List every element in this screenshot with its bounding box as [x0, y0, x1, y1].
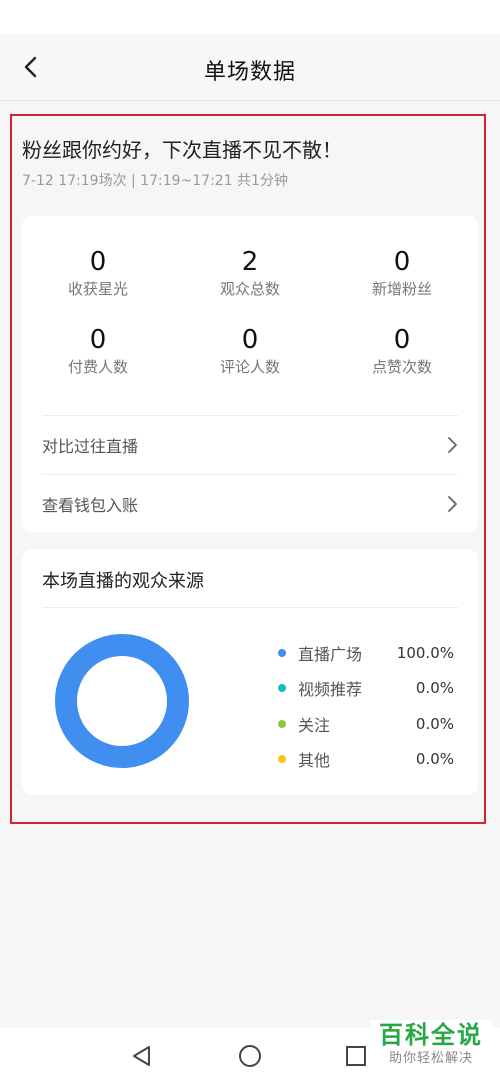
legend-item: 视频推荐 0.0%	[278, 671, 454, 707]
compare-label: 对比过往直播	[42, 437, 139, 456]
chevron-right-icon	[448, 437, 457, 453]
stat-viewers: 2 观众总数	[174, 246, 326, 300]
square-recents-icon	[346, 1046, 366, 1066]
watermark-sub: 助你轻松解决	[388, 1051, 473, 1066]
stat-value: 0	[393, 325, 411, 355]
legend-label: 关注	[298, 715, 331, 735]
stat-likes: 0 点赞次数	[326, 324, 478, 378]
legend-dot-icon	[278, 755, 286, 764]
donut-segment	[55, 634, 189, 768]
stat-label: 收获星光	[67, 280, 128, 298]
stat-label: 评论人数	[219, 358, 280, 376]
legend-item: 其他 0.0%	[278, 742, 454, 778]
stat-label: 点赞次数	[371, 358, 432, 376]
circle-home-icon	[239, 1045, 261, 1067]
stat-label: 观众总数	[219, 280, 280, 298]
stat-commenters: 0 评论人数	[174, 324, 326, 378]
watermark-main: 百科全说	[379, 1021, 483, 1049]
wallet-label: 查看钱包入账	[42, 496, 139, 515]
nav-back-button[interactable]	[128, 1042, 156, 1070]
legend-value: 0.0%	[415, 714, 454, 733]
triangle-back-icon	[133, 1046, 150, 1066]
legend-dot-icon	[278, 684, 286, 693]
legend-dot-icon	[278, 719, 286, 728]
stat-value: 0	[241, 325, 259, 355]
stat-label: 付费人数	[67, 358, 128, 376]
legend-dot-icon	[278, 648, 286, 657]
legend-value: 0.0%	[415, 750, 454, 769]
stat-value: 0	[89, 247, 107, 277]
legend-item: 直播广场 100.0%	[278, 635, 454, 671]
stat-new-fans: 0 新增粉丝	[326, 246, 478, 300]
stat-value: 0	[393, 247, 411, 277]
legend-value: 100.0%	[396, 643, 454, 662]
audience-source-card: 本场直播的观众来源 直播广场 100.0% 视频推荐 0.0% 关注 0.0% 其他 0.0%	[22, 549, 478, 795]
divider	[42, 607, 458, 608]
summary-headline: 粉丝跟你约好，下次直播不见不散！	[22, 138, 342, 162]
watermark-logo: 百科全说 助你轻松解决	[370, 1020, 492, 1076]
status-bar	[0, 0, 500, 34]
compare-past-lives-row[interactable]: 对比过往直播	[42, 416, 458, 474]
legend-value: 0.0%	[415, 679, 454, 698]
audience-legend: 直播广场 100.0% 视频推荐 0.0% 关注 0.0% 其他 0.0%	[278, 635, 454, 777]
chevron-right-icon	[448, 496, 457, 512]
stat-payers: 0 付费人数	[22, 324, 174, 378]
legend-label: 其他	[298, 751, 331, 771]
stat-label: 新增粉丝	[371, 280, 432, 298]
stat-value: 2	[241, 247, 259, 277]
top-bar: 单场数据	[0, 34, 500, 101]
wallet-income-row[interactable]: 查看钱包入账	[42, 475, 458, 533]
stat-value: 0	[89, 325, 107, 355]
legend-label: 视频推荐	[298, 680, 363, 700]
legend-item: 关注 0.0%	[278, 706, 454, 742]
stat-starlight: 0 收获星光	[22, 246, 174, 300]
stats-card: 0 收获星光 2 观众总数 0 新增粉丝 0 付费人数 0 评论人数 0 点赞次…	[22, 216, 478, 532]
session-time: 7-12 17:19场次 | 17:19~17:21 共1分钟	[22, 173, 288, 189]
nav-recents-button[interactable]	[342, 1042, 370, 1070]
audience-source-title: 本场直播的观众来源	[42, 571, 204, 592]
nav-home-button[interactable]	[236, 1042, 264, 1070]
page-title: 单场数据	[203, 60, 296, 85]
audience-donut-chart	[55, 634, 189, 768]
legend-label: 直播广场	[298, 644, 363, 664]
